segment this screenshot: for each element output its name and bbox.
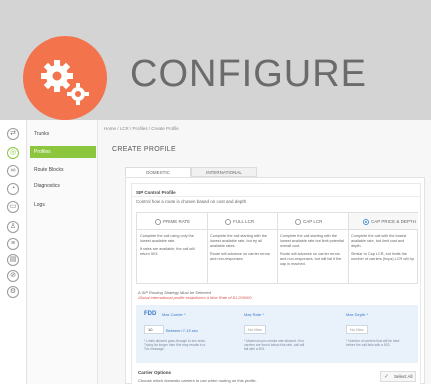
sidebar-item-profiles[interactable]: Profiles xyxy=(30,146,96,158)
max-depth-note: * Number of carriers that will be tried … xyxy=(346,339,400,348)
max-rate-input[interactable]: No Max xyxy=(244,325,266,334)
option-cap-lcr[interactable]: CAP LCR xyxy=(277,213,348,230)
sip-control-description: Control how a route is chosen based on c… xyxy=(136,199,247,204)
breadcrumb[interactable]: Home / LCR / Profiles / Create Profile xyxy=(104,126,179,131)
select-all-label: Select All xyxy=(394,374,413,379)
sidebar-item-logs[interactable]: Logs xyxy=(30,199,96,211)
option-label: PRIME RATE xyxy=(163,219,191,224)
max-rate-note: * Maximum per-minute rate allowed. If no… xyxy=(244,339,305,352)
gears-icon xyxy=(23,36,107,120)
icon-rail: ⇄ ◎ ∞ ◔ ▭ ♙ ≡ ▤ ⊘ ⚙ xyxy=(0,120,27,384)
max-carrier-note: * Limits allowed pass-through to sec end… xyxy=(144,339,206,352)
radio-button[interactable] xyxy=(225,219,231,225)
max-carrier-label: Max Carrier * xyxy=(162,312,186,317)
max-depth-label: Max Depth * xyxy=(346,312,369,317)
between-hint: Between 7-15 sec xyxy=(166,328,199,333)
select-all-button[interactable]: ✓ Select All xyxy=(380,371,416,382)
sidebar-item-route-blocks[interactable]: Route Blocks xyxy=(30,164,96,176)
max-rate-warning: Global international profile establishes… xyxy=(138,295,252,300)
divider xyxy=(132,196,420,197)
option-label: CAP PRICE & DEPTH xyxy=(371,219,416,224)
max-rate-label: Max Rate * xyxy=(244,312,264,317)
sidebar-item-trunks[interactable]: Trunks xyxy=(30,128,96,140)
option-description: Complete the call using only the lowest … xyxy=(140,234,195,256)
option-label: FULL LCR xyxy=(233,219,255,224)
fdd-label: FDD xyxy=(144,311,157,317)
radio-button-selected[interactable] xyxy=(363,219,369,225)
tab-domestic[interactable]: DOMESTIC xyxy=(125,167,191,177)
clipboard-icon[interactable]: ▤ xyxy=(7,254,19,266)
header-banner: CONFIGURE xyxy=(0,0,431,120)
sidebar-nav: Trunks Profiles Route Blocks Diagnostics… xyxy=(28,120,98,384)
main-content: Home / LCR / Profiles / Create Profile C… xyxy=(100,120,431,384)
tab-panel: SIP Control Profile Control how a route … xyxy=(125,177,425,384)
link-icon[interactable]: ⊘ xyxy=(7,270,19,282)
route-icon[interactable]: ◎ xyxy=(7,147,19,159)
chain-icon[interactable]: ∞ xyxy=(7,165,19,177)
radio-button[interactable] xyxy=(295,219,301,225)
tab-international[interactable]: INTERNATIONAL xyxy=(191,167,257,177)
option-label: CAP LCR xyxy=(303,219,323,224)
option-description: Complete the call starting with the lowe… xyxy=(210,234,270,261)
option-full-lcr[interactable]: FULL LCR xyxy=(207,213,277,230)
check-icon: ✓ xyxy=(384,374,390,380)
page-title: CREATE PROFILE xyxy=(112,146,176,153)
option-description: Complete the call starting with the lowe… xyxy=(280,234,344,266)
user-icon[interactable]: ♙ xyxy=(7,221,19,233)
card-icon[interactable]: ▭ xyxy=(7,201,19,213)
arrows-icon[interactable]: ⇄ xyxy=(7,128,19,140)
list-icon[interactable]: ≡ xyxy=(7,238,19,250)
radio-button[interactable] xyxy=(155,219,161,225)
routing-options: PRIME RATE FULL LCR CAP LCR CAP PRICE & … xyxy=(136,212,418,284)
option-prime-rate[interactable]: PRIME RATE xyxy=(137,213,207,230)
banner-title: CONFIGURE xyxy=(130,53,367,95)
carrier-options-description: Choose which domestic carriers to use wh… xyxy=(138,378,257,383)
option-description: Complete the call with the lowest availa… xyxy=(351,234,415,261)
app-window: ⇄ ◎ ∞ ◔ ▭ ♙ ≡ ▤ ⊘ ⚙ Trunks Profiles Rout… xyxy=(0,120,431,384)
profile-form: SIP Control Profile Control how a route … xyxy=(131,183,421,384)
dial-icon[interactable]: ◔ xyxy=(7,183,19,195)
limits-section: FDD Max Carrier * 10 Between 7-15 sec * … xyxy=(136,305,418,363)
carrier-options-title: Carrier Options xyxy=(138,370,172,375)
max-carrier-input[interactable]: 10 xyxy=(144,325,164,334)
option-cap-price-depth[interactable]: CAP PRICE & DEPTH xyxy=(348,213,418,230)
sip-control-title: SIP Control Profile xyxy=(136,190,176,195)
max-depth-input[interactable]: No Max xyxy=(346,325,368,334)
gear-icon[interactable]: ⚙ xyxy=(7,286,19,298)
sidebar-item-diagnostics[interactable]: Diagnostics xyxy=(30,180,96,192)
